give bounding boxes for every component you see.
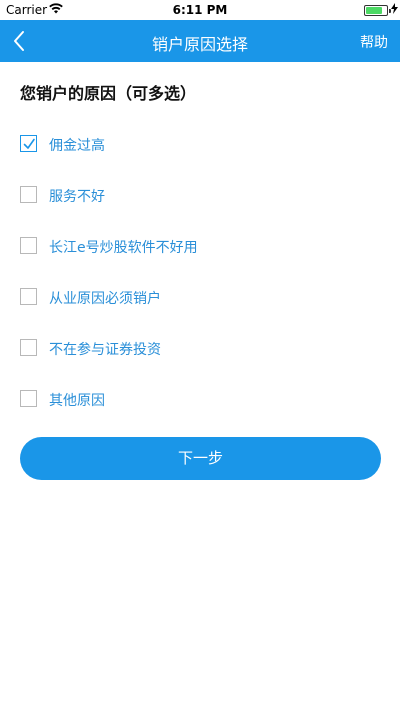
reason-option[interactable]: 佣金过高 <box>20 131 380 159</box>
checkbox[interactable] <box>20 390 37 407</box>
reason-option-label: 佣金过高 <box>49 138 105 154</box>
reason-option-label: 长江e号炒股软件不好用 <box>49 240 198 256</box>
page-title: 销户原因选择 <box>151 35 248 54</box>
checkbox[interactable] <box>20 186 37 203</box>
battery-level-fill <box>366 7 382 14</box>
reason-option-label: 服务不好 <box>49 189 105 205</box>
reason-option-label: 从业原因必须销户 <box>49 291 161 307</box>
reason-option-label: 其他原因 <box>49 393 105 409</box>
charging-bolt-icon <box>391 3 398 17</box>
reason-option-label: 不在参与证券投资 <box>49 342 161 358</box>
reason-option[interactable]: 不在参与证券投资 <box>20 335 380 363</box>
reason-option[interactable]: 长江e号炒股软件不好用 <box>20 233 380 261</box>
checkbox-checked[interactable] <box>20 135 37 152</box>
nav-bar: 销户原因选择 帮助 <box>0 20 400 62</box>
section-title: 您销户的原因（可多选） <box>20 84 197 103</box>
checkmark-icon <box>23 138 35 149</box>
status-time: 6:11 PM <box>172 3 228 17</box>
reason-option[interactable]: 服务不好 <box>20 182 380 210</box>
status-bar: Carrier 6:11 PM <box>0 0 400 20</box>
checkbox[interactable] <box>20 339 37 356</box>
help-button[interactable]: 帮助 <box>360 32 388 52</box>
checkbox[interactable] <box>20 288 37 305</box>
battery-icon <box>364 5 391 16</box>
reason-option[interactable]: 从业原因必须销户 <box>20 284 380 312</box>
checkbox[interactable] <box>20 237 37 254</box>
next-step-button[interactable]: 下一步 <box>20 437 381 480</box>
reason-option[interactable]: 其他原因 <box>20 386 380 414</box>
